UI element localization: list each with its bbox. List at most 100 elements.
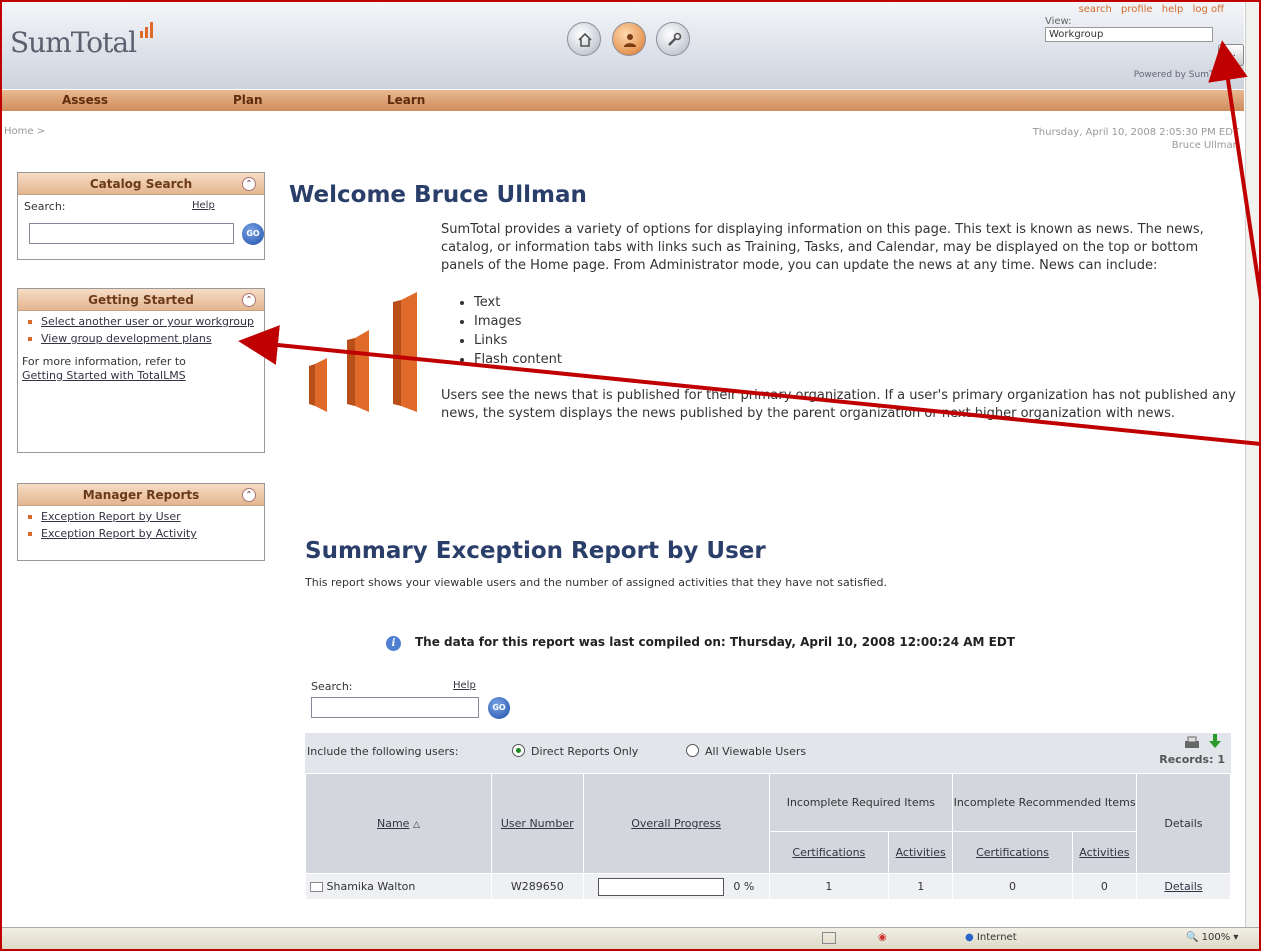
breadcrumb[interactable]: Home > bbox=[4, 126, 45, 137]
catalog-go-button[interactable]: GO bbox=[242, 223, 264, 245]
user-card-icon[interactable] bbox=[310, 882, 323, 892]
date-time: Thursday, April 10, 2008 2:05:30 PM EDT … bbox=[1033, 126, 1239, 152]
view-picker-button[interactable]: ... bbox=[1218, 44, 1244, 66]
getting-started-guide-link[interactable]: Getting Started with TotalLMS bbox=[22, 369, 186, 382]
details-link[interactable]: Details bbox=[1164, 880, 1202, 893]
report-search-label: Search: bbox=[311, 680, 353, 693]
browser-status-bar: ◉ ● Internet 🔍 100% ▾ bbox=[0, 927, 1261, 951]
vertical-scrollbar[interactable] bbox=[1245, 0, 1261, 927]
progress-text: 0 % bbox=[733, 879, 755, 893]
list-item: Exception Report by Activity bbox=[24, 527, 258, 541]
zoom-control[interactable]: 🔍 100% ▾ bbox=[1186, 932, 1238, 943]
user-icon bbox=[624, 34, 636, 47]
security-icon: ◉ bbox=[878, 932, 887, 943]
rec-cert-cell: 0 bbox=[952, 873, 1073, 900]
user-number-header[interactable]: User Number bbox=[490, 773, 584, 874]
compiled-text: The data for this report was last compil… bbox=[415, 635, 1015, 649]
rec-act-cell: 0 bbox=[1071, 873, 1137, 900]
table-header-row-1: Name △ User Number Overall Progress Inco… bbox=[305, 773, 1232, 874]
report-go-button[interactable]: GO bbox=[488, 697, 510, 719]
list-item: Flash content bbox=[474, 350, 1241, 369]
logo-text: SumTotal bbox=[10, 26, 137, 59]
logo-bars-icon bbox=[140, 22, 153, 38]
rec-cert-header: Certifications bbox=[952, 831, 1073, 874]
view-select[interactable]: Workgroup bbox=[1045, 27, 1213, 42]
home-button[interactable] bbox=[567, 22, 601, 56]
nav-assess[interactable]: Assess bbox=[62, 93, 108, 107]
collapse-icon[interactable]: ⌃ bbox=[242, 177, 256, 191]
progress-sort-link[interactable]: Overall Progress bbox=[631, 817, 721, 830]
report-title: Summary Exception Report by User bbox=[305, 538, 766, 564]
catalog-help-link[interactable]: Help bbox=[192, 200, 215, 211]
catalog-search-title: Catalog Search bbox=[89, 177, 193, 191]
collapse-icon[interactable]: ⌃ bbox=[242, 488, 256, 502]
print-icon[interactable] bbox=[1183, 735, 1201, 751]
profile-link[interactable]: profile bbox=[1121, 4, 1153, 15]
list-item: Images bbox=[474, 312, 1241, 331]
list-item: View group development plans bbox=[24, 332, 258, 346]
export-icon[interactable] bbox=[1207, 733, 1223, 751]
user-number-cell: W289650 bbox=[490, 873, 584, 900]
catalog-search-panel: Catalog Search ⌃ Search: Help GO bbox=[17, 172, 265, 260]
all-viewable-label: All Viewable Users bbox=[705, 745, 807, 758]
required-group-header: Incomplete Required Items bbox=[768, 773, 954, 832]
user-number-sort-link[interactable]: User Number bbox=[501, 817, 574, 830]
zone-indicator: ● Internet bbox=[965, 932, 1017, 943]
req-act-sort-link[interactable]: Activities bbox=[896, 846, 946, 859]
panel-header: Getting Started ⌃ bbox=[18, 289, 264, 311]
rec-act-sort-link[interactable]: Activities bbox=[1079, 846, 1129, 859]
req-cert-sort-link[interactable]: Certifications bbox=[792, 846, 865, 859]
report-help-link[interactable]: Help bbox=[453, 680, 476, 691]
exception-report-table: Name △ User Number Overall Progress Inco… bbox=[305, 773, 1232, 900]
all-viewable-radio[interactable] bbox=[686, 744, 699, 757]
rec-cert-sort-link[interactable]: Certifications bbox=[976, 846, 1049, 859]
note-text: For more information, refer to bbox=[22, 355, 186, 368]
exception-by-activity-link[interactable]: Exception Report by Activity bbox=[41, 527, 197, 540]
progress-cell: 0 % bbox=[582, 873, 770, 900]
tools-button[interactable] bbox=[656, 22, 690, 56]
getting-started-title: Getting Started bbox=[88, 293, 194, 307]
name-sort-link[interactable]: Name bbox=[377, 817, 409, 830]
collapse-icon[interactable]: ⌃ bbox=[242, 293, 256, 307]
manager-reports-title: Manager Reports bbox=[82, 488, 200, 502]
overall-progress-header[interactable]: Overall Progress bbox=[582, 773, 770, 874]
direct-reports-radio[interactable] bbox=[512, 744, 525, 757]
manager-reports-list: Exception Report by User Exception Repor… bbox=[18, 506, 264, 541]
list-item: Exception Report by User bbox=[24, 510, 258, 524]
req-act-header: Activities bbox=[888, 831, 954, 874]
current-datetime: Thursday, April 10, 2008 2:05:30 PM EDT bbox=[1032, 127, 1239, 138]
nav-plan[interactable]: Plan bbox=[233, 93, 263, 107]
req-cert-cell: 1 bbox=[768, 873, 890, 900]
log-off-link[interactable]: log off bbox=[1193, 4, 1224, 15]
name-header[interactable]: Name △ bbox=[305, 773, 492, 874]
more-info-note: For more information, refer to Getting S… bbox=[18, 349, 264, 389]
report-search-input[interactable] bbox=[311, 697, 479, 718]
nav-learn[interactable]: Learn bbox=[387, 93, 425, 107]
search-link[interactable]: search bbox=[1079, 4, 1112, 15]
getting-started-list: Select another user or your workgroup Vi… bbox=[18, 311, 264, 346]
sort-icon: △ bbox=[412, 820, 420, 830]
report-description: This report shows your viewable users an… bbox=[305, 576, 888, 589]
list-item: Select another user or your workgroup bbox=[24, 315, 258, 329]
sumtotal-logo: SumTotal bbox=[10, 22, 153, 59]
help-link[interactable]: help bbox=[1162, 4, 1184, 15]
search-label: Search: bbox=[24, 200, 66, 213]
manager-reports-panel: Manager Reports ⌃ Exception Report by Us… bbox=[17, 483, 265, 561]
catalog-search-input[interactable] bbox=[29, 223, 234, 244]
req-act-cell: 1 bbox=[888, 873, 954, 900]
filter-label: Include the following users: bbox=[307, 745, 459, 758]
user-name: Shamika Walton bbox=[326, 880, 416, 893]
powered-by: Powered by SumTotal bbox=[1133, 70, 1230, 80]
exception-by-user-link[interactable]: Exception Report by User bbox=[41, 510, 181, 523]
top-links: search profile help log off bbox=[1073, 4, 1224, 15]
view-label: View: bbox=[1045, 16, 1072, 27]
select-user-link[interactable]: Select another user or your workgroup bbox=[41, 315, 254, 328]
list-item: Text bbox=[474, 293, 1241, 312]
profile-button[interactable] bbox=[612, 22, 646, 56]
tools-icon bbox=[668, 32, 682, 46]
group-plans-link[interactable]: View group development plans bbox=[41, 332, 212, 345]
direct-reports-label: Direct Reports Only bbox=[531, 745, 639, 758]
progress-bar bbox=[597, 877, 724, 896]
zoom-icon: 🔍 bbox=[1186, 932, 1199, 943]
list-item: Links bbox=[474, 331, 1241, 350]
